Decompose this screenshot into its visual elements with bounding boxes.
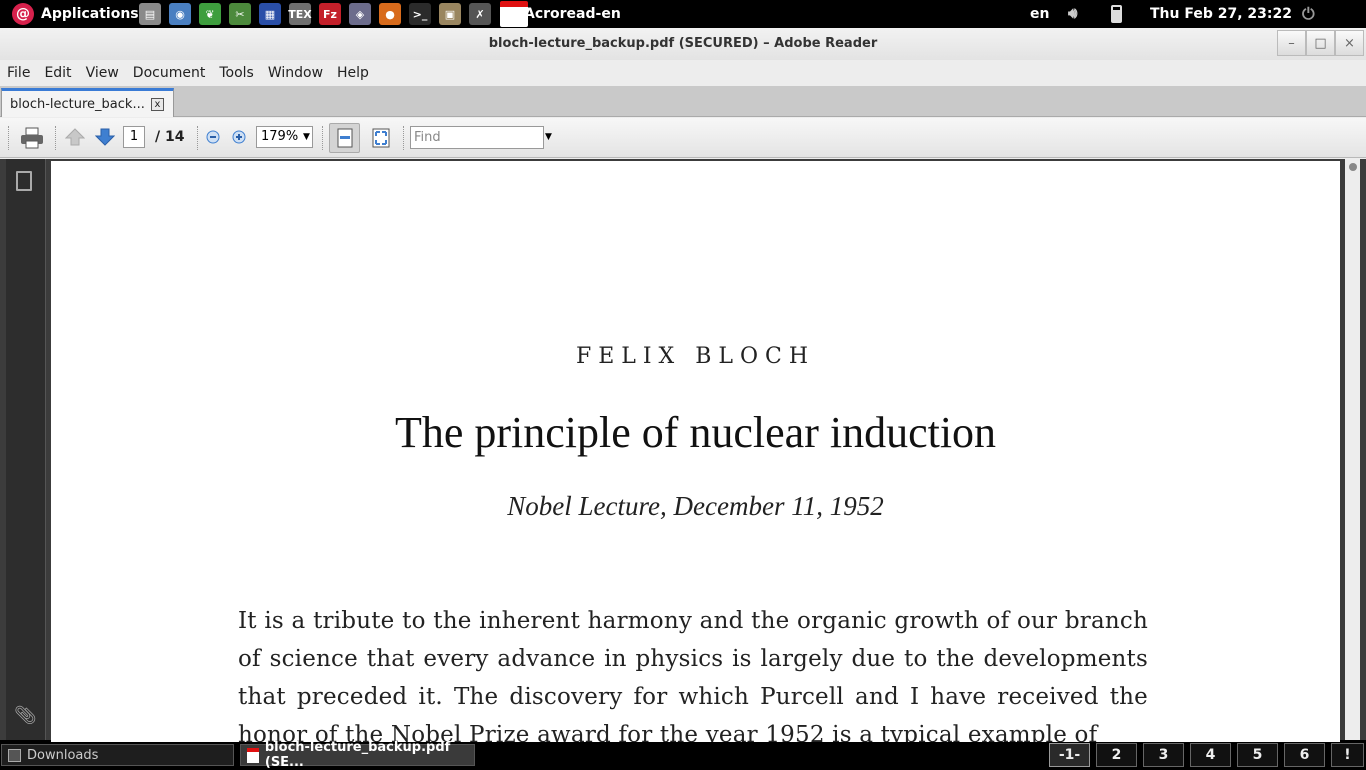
applications-menu[interactable]: @ Applications [12, 3, 139, 25]
task-label: Downloads [27, 747, 99, 763]
toolbar-separator [197, 126, 199, 150]
print-button[interactable] [18, 125, 46, 151]
chevron-down-icon[interactable]: ▼ [303, 126, 310, 148]
maximize-button[interactable]: □ [1306, 30, 1335, 56]
top-panel: @ Applications ▤ ◉ ❦ ✂ ▦ TEX Fz ◈ ● >_ ▣ ✗ Acroread… [0, 0, 1366, 28]
attachments-icon[interactable]: 📎︎ [14, 705, 37, 726]
title-bar[interactable]: bloch-lecture_backup.pdf (SECURED) – Ado… [0, 28, 1366, 60]
printer-icon [21, 127, 43, 149]
task-label: bloch-lecture_backup.pdf (SE... [264, 740, 451, 770]
calendar-grid-icon[interactable]: ▦ [259, 3, 281, 25]
menu-document[interactable]: Document [126, 65, 213, 81]
toolbar-separator [55, 126, 57, 150]
active-app-indicator[interactable]: Acroread-en [500, 0, 621, 28]
workspace-5[interactable]: 5 [1237, 743, 1278, 767]
chevron-down-icon[interactable]: ▼ [545, 126, 552, 148]
workspace-6[interactable]: 6 [1284, 743, 1325, 767]
arrow-up-icon [65, 128, 85, 146]
document-tab-label: bloch-lecture_back... [10, 96, 145, 112]
document-tab[interactable]: bloch-lecture_back... x [1, 88, 174, 117]
task-downloads[interactable]: Downloads [1, 744, 234, 766]
active-app-label: Acroread-en [524, 6, 621, 22]
adobe-reader-window: bloch-lecture_backup.pdf (SECURED) – Ado… [0, 28, 1366, 761]
tools-icon[interactable]: ✂ [229, 3, 251, 25]
document-subtitle: Nobel Lecture, December 11, 1952 [507, 491, 884, 521]
tex-icon[interactable]: TEX [288, 3, 312, 25]
image-viewer-icon[interactable]: ◈ [349, 3, 371, 25]
page-total: / 14 [155, 129, 185, 145]
menu-window[interactable]: Window [261, 65, 330, 81]
volume-icon[interactable]: 🔊︎ [1068, 4, 1088, 24]
page-thumbnails-icon[interactable] [16, 171, 32, 191]
zoom-out-icon [206, 130, 220, 144]
debian-logo-icon: @ [12, 3, 34, 25]
clock[interactable]: Thu Feb 27, 23:22 [1150, 6, 1292, 22]
find-input[interactable]: Find [410, 126, 544, 149]
menu-edit[interactable]: Edit [37, 65, 78, 81]
zoom-in-button[interactable] [231, 129, 247, 145]
navigation-panel: 📎︎ [6, 159, 46, 740]
applications-label: Applications [41, 6, 139, 22]
launcher-bar: ▤ ◉ ❦ ✂ ▦ TEX Fz ◈ ● >_ ▣ ✗ [139, 3, 491, 25]
urgent-indicator[interactable]: ! [1331, 743, 1364, 767]
vertical-scrollbar[interactable] [1345, 159, 1360, 740]
document-author: FELIX BLOCH [575, 344, 816, 369]
document-title: The principle of nuclear induction [394, 408, 997, 457]
document-tab-bar: bloch-lecture_back... x [0, 86, 1366, 117]
menu-tools[interactable]: Tools [212, 65, 261, 81]
toolbar-separator [8, 126, 10, 150]
scroll-thumb[interactable] [1349, 163, 1357, 171]
previous-page-button[interactable] [64, 126, 86, 148]
fit-page-icon [372, 128, 390, 148]
folder-icon [8, 748, 21, 762]
menu-file[interactable]: File [0, 65, 37, 81]
menu-bar: File Edit View Document Tools Window Hel… [0, 60, 1366, 86]
fit-width-icon [337, 128, 352, 148]
workspace-3[interactable]: 3 [1143, 743, 1184, 767]
taskbar: Downloads bloch-lecture_backup.pdf (SE..… [0, 740, 1366, 770]
window-title: bloch-lecture_backup.pdf (SECURED) – Ado… [488, 36, 878, 51]
workspace-2[interactable]: 2 [1096, 743, 1137, 767]
keyboard-layout-indicator[interactable]: en [1030, 6, 1049, 22]
filezilla-icon[interactable]: Fz [319, 3, 341, 25]
document-area: 📎︎ FELIX BLOCH The principle of nuclear … [0, 159, 1366, 761]
archive-icon[interactable]: ▣ [439, 3, 461, 25]
battery-icon[interactable] [1111, 5, 1122, 23]
toolbar: 1 / 14 179% ▼ Find ▼ [0, 118, 1366, 158]
pdf-page: FELIX BLOCH The principle of nuclear ind… [51, 161, 1340, 761]
task-adobe-reader[interactable]: bloch-lecture_backup.pdf (SE... [240, 740, 475, 770]
arrow-down-icon [95, 128, 115, 146]
fit-width-button[interactable] [329, 123, 360, 153]
next-page-button[interactable] [94, 126, 116, 148]
chromium-icon[interactable]: ◉ [169, 3, 191, 25]
toolbar-separator [403, 126, 405, 150]
minimize-button[interactable]: – [1277, 30, 1306, 56]
workspace-1[interactable]: -1- [1049, 743, 1090, 767]
firefox-icon[interactable]: ● [379, 3, 401, 25]
zoom-out-button[interactable] [205, 129, 221, 145]
pdf-icon [247, 747, 259, 763]
window-controls: – □ × [1277, 30, 1364, 56]
files-icon[interactable]: ▤ [139, 3, 161, 25]
toolbar-separator [322, 126, 324, 150]
leaf-icon[interactable]: ❦ [199, 3, 221, 25]
menu-help[interactable]: Help [330, 65, 376, 81]
zoom-in-icon [232, 130, 246, 144]
fit-page-button[interactable] [368, 125, 394, 151]
xterm-icon[interactable]: ✗ [469, 3, 491, 25]
workspace-4[interactable]: 4 [1190, 743, 1231, 767]
close-button[interactable]: × [1335, 30, 1364, 56]
menu-view[interactable]: View [79, 65, 126, 81]
terminal-icon[interactable]: >_ [409, 3, 431, 25]
tab-close-icon[interactable]: x [151, 98, 164, 111]
page-number-input[interactable]: 1 [123, 126, 145, 148]
document-body-text: It is a tribute to the inherent harmony … [238, 608, 1148, 748]
power-icon[interactable]: ⏻ [1302, 4, 1315, 24]
